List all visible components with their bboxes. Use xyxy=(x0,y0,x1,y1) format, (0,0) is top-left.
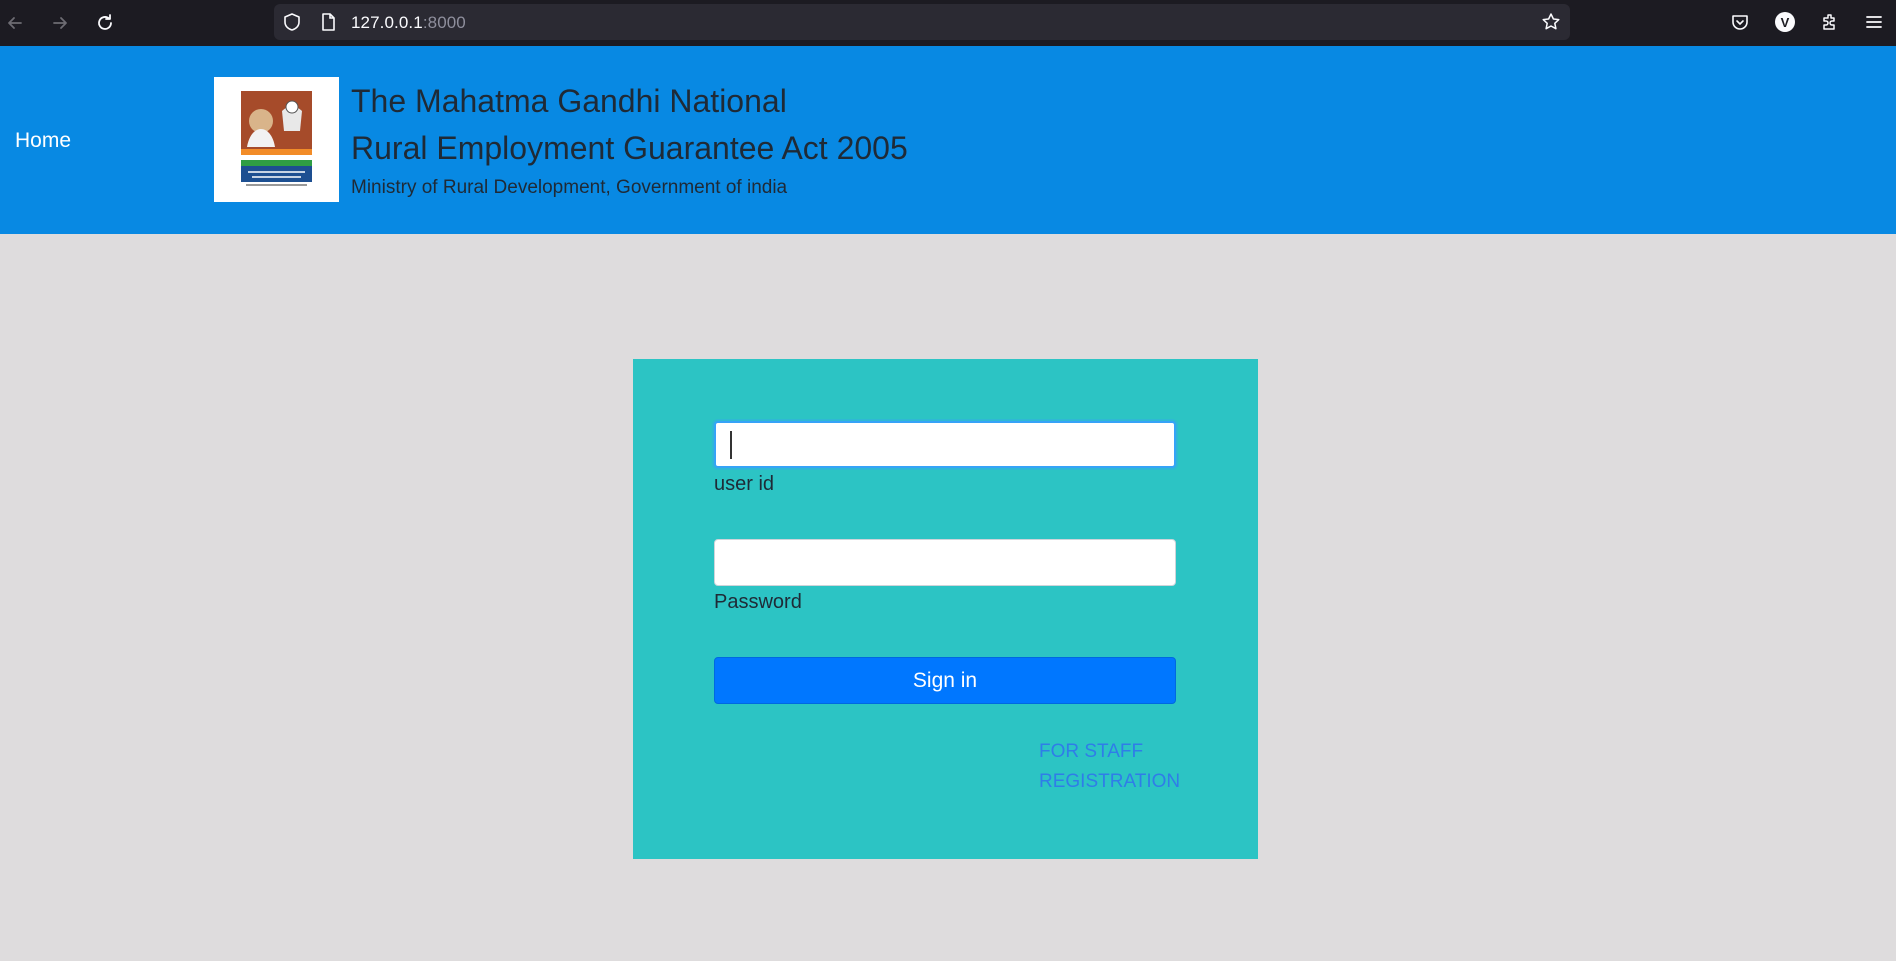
ministry-subtitle: Ministry of Rural Development, Governmen… xyxy=(351,177,788,198)
password-label: Password xyxy=(714,591,802,613)
gandhi-logo-image xyxy=(238,89,315,191)
page-icon[interactable] xyxy=(318,12,338,32)
text-caret xyxy=(730,431,732,459)
page-title-line-2: Rural Employment Guarantee Act 2005 xyxy=(351,130,908,166)
menu-icon[interactable] xyxy=(1860,8,1888,36)
url-port: :8000 xyxy=(422,13,466,32)
extensions-icon[interactable] xyxy=(1816,8,1844,36)
userid-input[interactable] xyxy=(714,421,1176,468)
shield-icon[interactable] xyxy=(282,12,302,32)
page-title-line-1: The Mahatma Gandhi National xyxy=(351,83,787,119)
avatar: V xyxy=(1775,12,1795,32)
site-header: Home The Mahatma Gandhi National Rural E… xyxy=(0,46,1896,234)
mgnrega-logo xyxy=(214,77,339,202)
address-bar[interactable]: 127.0.0.1:8000 xyxy=(274,4,1570,40)
back-arrow-icon xyxy=(8,17,22,29)
userid-label: user id xyxy=(714,473,775,495)
home-link[interactable]: Home xyxy=(15,129,71,153)
back-button[interactable] xyxy=(0,8,30,38)
reload-button[interactable] xyxy=(90,8,120,38)
url-host: 127.0.0.1 xyxy=(351,13,423,32)
password-input[interactable] xyxy=(714,539,1176,586)
browser-toolbar: 127.0.0.1:8000 V xyxy=(0,0,1896,46)
pocket-icon[interactable] xyxy=(1726,8,1754,36)
bookmark-star-icon[interactable] xyxy=(1541,12,1561,32)
forward-button[interactable] xyxy=(45,8,75,38)
staff-registration-link[interactable]: FOR STAFF REGISTRATION xyxy=(1039,737,1189,797)
url-text[interactable]: 127.0.0.1:8000 xyxy=(351,13,466,33)
login-card: user id Password Sign in FOR STAFF REGIS… xyxy=(633,359,1258,859)
reload-icon xyxy=(98,14,112,30)
account-button[interactable]: V xyxy=(1771,8,1799,36)
forward-arrow-icon xyxy=(53,17,67,29)
sign-in-button[interactable]: Sign in xyxy=(714,657,1176,704)
